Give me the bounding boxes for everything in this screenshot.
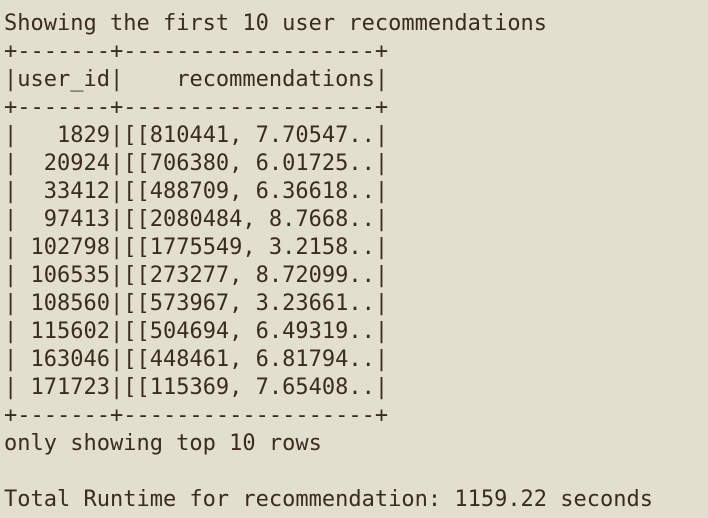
cell-user-id: 1829 (17, 123, 110, 148)
table-row: | 102798|[[1775549, 3.2158..| (4, 234, 388, 262)
table-row: | 106535|[[273277, 8.72099..| (4, 262, 388, 290)
column-separator: | (374, 207, 389, 232)
column-separator: | (4, 319, 18, 344)
column-separator: | (374, 67, 389, 92)
cell-user-id: 106535 (17, 263, 110, 288)
cell-user-id: 33412 (17, 179, 110, 204)
table-border-header: +-------+-------------------+ (4, 95, 389, 120)
cell-recommendations: [[706380, 6.01725.. (123, 151, 375, 176)
cell-user-id: 97413 (17, 207, 110, 232)
column-separator: | (109, 263, 124, 288)
column-separator: | (109, 235, 124, 260)
column-separator: | (4, 207, 18, 232)
table-border-top: +-------+-------------------+ (4, 39, 389, 64)
column-separator: | (109, 179, 124, 204)
column-separator: | (4, 235, 18, 260)
cell-recommendations: [[2080484, 8.7668.. (123, 207, 375, 232)
cell-recommendations: [[273277, 8.72099.. (123, 263, 375, 288)
column-separator: | (374, 319, 389, 344)
column-separator: | (374, 347, 389, 372)
column-separator: | (109, 151, 124, 176)
cell-user-id: 171723 (17, 375, 110, 400)
column-separator: | (4, 263, 18, 288)
table-row: | 108560|[[573967, 3.23661..| (4, 290, 388, 318)
column-separator: | (374, 375, 389, 400)
cell-user-id: 20924 (17, 151, 110, 176)
console-output: Showing the first 10 user recommendation… (0, 0, 708, 518)
column-separator: | (374, 291, 389, 316)
column-separator: | (4, 179, 18, 204)
column-separator: | (4, 151, 18, 176)
table-row: | 97413|[[2080484, 8.7668..| (4, 206, 388, 234)
table-border-bottom: +-------+-------------------+ (4, 403, 389, 428)
cell-user-id: 163046 (17, 347, 110, 372)
column-separator: | (4, 347, 18, 372)
table-row: | 115602|[[504694, 6.49319..| (4, 318, 388, 346)
cell-user-id: 102798 (17, 235, 110, 260)
output-header: Showing the first 10 user recommendation… (4, 11, 548, 36)
column-separator: | (374, 235, 389, 260)
column-separator: | (109, 67, 124, 92)
column-separator: | (4, 375, 18, 400)
column-separator: | (4, 123, 18, 148)
column-header-recommendations: recommendations (123, 67, 375, 92)
column-separator: | (109, 123, 124, 148)
column-separator: | (4, 291, 18, 316)
table-row: | 171723|[[115369, 7.65408..| (4, 374, 388, 402)
cell-recommendations: [[448461, 6.81794.. (123, 347, 375, 372)
column-separator: | (374, 179, 389, 204)
table-row: | 1829|[[810441, 7.70547..| (4, 122, 388, 150)
column-separator: | (4, 67, 18, 92)
output-footer: only showing top 10 rows (4, 431, 322, 456)
column-separator: | (109, 291, 124, 316)
cell-recommendations: [[573967, 3.23661.. (123, 291, 375, 316)
cell-recommendations: [[1775549, 3.2158.. (123, 235, 375, 260)
cell-recommendations: [[488709, 6.36618.. (123, 179, 375, 204)
table-header-row: |user_id| recommendations| (4, 66, 388, 94)
runtime-line: Total Runtime for recommendation: 1159.2… (4, 487, 654, 512)
cell-recommendations: [[504694, 6.49319.. (123, 319, 375, 344)
cell-user-id: 108560 (17, 291, 110, 316)
column-separator: | (374, 151, 389, 176)
cell-recommendations: [[115369, 7.65408.. (123, 375, 375, 400)
column-separator: | (374, 263, 389, 288)
column-separator: | (109, 375, 124, 400)
table-row: | 20924|[[706380, 6.01725..| (4, 150, 388, 178)
cell-recommendations: [[810441, 7.70547.. (123, 123, 375, 148)
table-row: | 163046|[[448461, 6.81794..| (4, 346, 388, 374)
column-separator: | (109, 319, 124, 344)
column-separator: | (109, 347, 124, 372)
cell-user-id: 115602 (17, 319, 110, 344)
column-separator: | (109, 207, 124, 232)
column-separator: | (374, 123, 389, 148)
table-row: | 33412|[[488709, 6.36618..| (4, 178, 388, 206)
column-header-user-id: user_id (17, 67, 110, 92)
